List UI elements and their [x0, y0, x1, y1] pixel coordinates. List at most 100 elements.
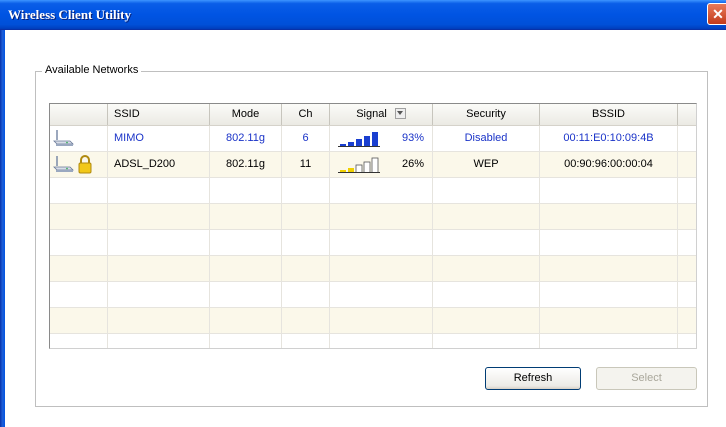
column-header-signal[interactable]: Signal: [330, 104, 433, 125]
table-row[interactable]: ADSL_D200 802.11g 11 26% WEP 00:90:96:00:00:0…: [50, 152, 696, 178]
empty-table-row: [50, 230, 696, 256]
column-header-security[interactable]: Security: [433, 104, 540, 125]
table-cell: [433, 334, 540, 348]
title-bar[interactable]: Wireless Client Utility: [0, 0, 726, 30]
table-cell: [108, 204, 210, 229]
table-cell: [210, 178, 282, 203]
table-cell: [50, 282, 108, 307]
table-cell: [678, 178, 696, 203]
table-cell: MIMO: [108, 126, 210, 151]
empty-table-row: [50, 282, 696, 308]
table-cell: 00:90:96:00:00:04: [540, 152, 678, 177]
signal-bar: [355, 164, 363, 173]
signal-bar: [372, 132, 378, 147]
table-cell: [108, 256, 210, 281]
table-cell: [50, 178, 108, 203]
table-row[interactable]: MIMO 802.11g 6 93% Disabled 00:11:E0:10:09:4B: [50, 126, 696, 152]
window-title: Wireless Client Utility: [8, 7, 132, 22]
table-cell: 00:11:E0:10:09:4B: [540, 126, 678, 151]
wireless-network-icon: [53, 156, 74, 172]
table-cell: 93%: [330, 126, 433, 151]
table-cell: [50, 230, 108, 255]
table-cell: [433, 178, 540, 203]
table-cell: [540, 308, 678, 333]
table-cell: [282, 204, 330, 229]
table-cell: [282, 308, 330, 333]
signal-bar: [356, 139, 362, 147]
table-cell: [50, 308, 108, 333]
table-cell: [433, 230, 540, 255]
table-cell: [330, 230, 433, 255]
column-header-ch[interactable]: Ch: [282, 104, 330, 125]
signal-bar: [364, 136, 370, 147]
column-header-signal-label: Signal: [356, 108, 387, 120]
table-cell: [678, 230, 696, 255]
bssid-value: 00:11:E0:10:09:4B: [563, 132, 654, 144]
networks-table[interactable]: SSID Mode Ch Signal Security BSSID MIMO 8…: [49, 103, 697, 349]
table-cell: 11: [282, 152, 330, 177]
signal-bar: [363, 161, 371, 173]
table-cell: [433, 308, 540, 333]
table-cell: WEP: [433, 152, 540, 177]
table-cell: [282, 178, 330, 203]
table-cell: Disabled: [433, 126, 540, 151]
mode-value: 802.11g: [226, 132, 265, 144]
table-cell: [433, 282, 540, 307]
table-cell: [540, 178, 678, 203]
table-cell: [678, 256, 696, 281]
empty-table-row: [50, 178, 696, 204]
signal-percent: 93%: [401, 132, 424, 144]
column-header-ssid[interactable]: SSID: [108, 104, 210, 125]
signal-percent: 26%: [401, 158, 424, 170]
table-cell: [282, 282, 330, 307]
mode-value: 802.11g: [226, 158, 265, 170]
signal-strength-bars: [338, 132, 380, 147]
table-cell: [50, 126, 108, 151]
table-cell: [210, 282, 282, 307]
table-cell: [678, 334, 696, 348]
empty-table-row: [50, 334, 696, 348]
signal-bar: [371, 157, 379, 173]
select-button[interactable]: Select: [596, 367, 697, 390]
bssid-value: 00:90:96:00:00:04: [564, 158, 653, 170]
security-value: Disabled: [464, 132, 508, 144]
refresh-button[interactable]: Refresh: [485, 367, 581, 390]
table-cell: [540, 256, 678, 281]
table-cell: [282, 256, 330, 281]
table-cell: [678, 204, 696, 229]
close-button[interactable]: ✕: [707, 3, 726, 25]
empty-table-row: [50, 204, 696, 230]
table-cell: [50, 334, 108, 348]
table-cell: 26%: [330, 152, 433, 177]
table-cell: [433, 256, 540, 281]
table-cell: [540, 334, 678, 348]
column-header-icon[interactable]: [50, 104, 108, 125]
table-cell: 802.11g: [210, 152, 282, 177]
table-cell: [540, 230, 678, 255]
column-header-bssid[interactable]: BSSID: [540, 104, 678, 125]
table-cell: [50, 256, 108, 281]
channel-value: 11: [299, 158, 312, 170]
close-icon: ✕: [712, 6, 724, 22]
table-cell: [678, 126, 696, 151]
table-cell: [678, 308, 696, 333]
table-cell: [108, 282, 210, 307]
table-cell: [210, 204, 282, 229]
empty-table-row: [50, 256, 696, 282]
lock-icon: [78, 155, 92, 174]
empty-table-row: [50, 308, 696, 334]
table-cell: 6: [282, 126, 330, 151]
table-cell: [330, 282, 433, 307]
channel-value: 6: [302, 132, 309, 144]
table-cell: [540, 282, 678, 307]
wireless-network-icon: [53, 130, 74, 146]
ssid-value: ADSL_D200: [114, 158, 176, 170]
table-cell: [50, 152, 108, 177]
sort-dropdown-icon[interactable]: [394, 107, 406, 119]
ssid-value: MIMO: [114, 132, 144, 144]
table-cell: [330, 334, 433, 348]
table-cell: [282, 230, 330, 255]
column-header-mode[interactable]: Mode: [210, 104, 282, 125]
table-cell: [678, 282, 696, 307]
table-cell: [210, 334, 282, 348]
